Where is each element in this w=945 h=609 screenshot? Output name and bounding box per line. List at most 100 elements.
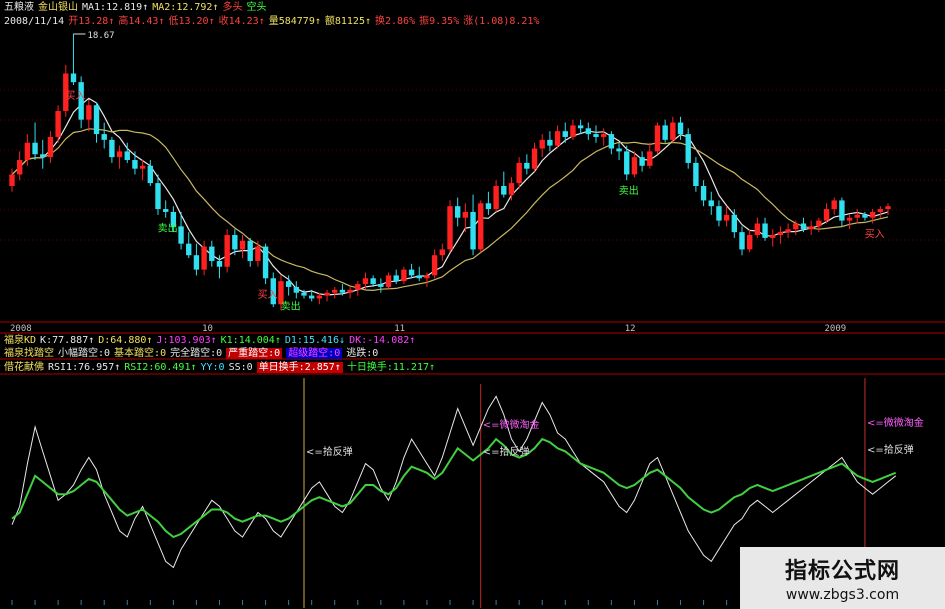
- candle-body-76: [593, 134, 599, 137]
- candle-body-38: [301, 292, 307, 296]
- pattern-item-3: 完全踏空:0: [170, 348, 223, 359]
- candle-body-55: [431, 255, 438, 276]
- rsi-series-RSI1: [11, 395, 897, 569]
- candle-body-13: [109, 139, 115, 158]
- candle-body-39: [308, 295, 315, 299]
- candle-body-14: [116, 151, 123, 158]
- candle-body-64: [501, 185, 507, 195]
- candle-body-42: [332, 289, 338, 293]
- candle-body-63: [493, 185, 499, 210]
- ohlc-item-4: 收14.23↑: [218, 16, 265, 27]
- candle-body-105: [816, 220, 822, 227]
- high-marker-label: 18.67: [87, 31, 114, 41]
- candle-body-83: [647, 151, 653, 166]
- rsi-indicator-bar: 借花献佛 RSI1:76.957↑ RSI2:60.491↑ YY:0 SS:0 单日换手…: [4, 361, 439, 374]
- candle-body-70: [547, 139, 553, 146]
- candle-body-37: [293, 286, 300, 293]
- candle-body-16: [132, 160, 138, 169]
- watermark-title: 指标公式网: [784, 559, 900, 584]
- candle-body-18: [147, 165, 154, 184]
- title-item-4: 多头: [222, 2, 243, 13]
- pattern-item-5: 超级踏空:0: [286, 348, 343, 359]
- candle-body-75: [585, 128, 592, 135]
- candle-body-95: [739, 232, 745, 250]
- rsi-series-RSI2: [11, 437, 897, 539]
- candle-body-61: [478, 203, 484, 250]
- title-item-0: 五粮液: [4, 2, 34, 13]
- candle-body-53: [416, 275, 422, 279]
- candle-body-0: [9, 174, 15, 186]
- candle-body-109: [846, 217, 853, 221]
- rsi-item-0: 借花献佛: [4, 362, 44, 373]
- candle-body-99: [770, 235, 776, 238]
- x-axis-label-2: 11: [394, 324, 405, 334]
- candle-body-60: [470, 211, 476, 250]
- pattern-item-2: 基本踏空:0: [114, 348, 167, 359]
- candle-body-29: [232, 235, 238, 250]
- candle-body-65: [508, 183, 515, 195]
- candle-body-27: [216, 260, 223, 267]
- title-item-3: MA2:12.792↑: [152, 2, 219, 13]
- trade-annotation-2: 买入: [258, 289, 278, 301]
- candle-body-114: [885, 206, 891, 210]
- candle-body-107: [831, 200, 837, 210]
- x-axis-label-1: 10: [202, 324, 213, 334]
- candle-body-8: [70, 73, 77, 83]
- candle-body-12: [101, 134, 107, 140]
- candle-body-45: [355, 284, 361, 290]
- ohlc-item-1: 开13.28↑: [68, 16, 115, 27]
- candle-body-24: [193, 255, 200, 270]
- candle-body-49: [385, 275, 392, 287]
- rsi-annotation-0: <=拾反弹: [306, 445, 353, 458]
- candle-body-113: [877, 209, 884, 212]
- ohlc-item-0: 2008/11/14: [4, 16, 65, 27]
- candle-body-94: [731, 214, 738, 233]
- site-watermark: 指标公式网 www.zbgs3.com: [740, 547, 945, 609]
- candle-body-89: [693, 162, 699, 186]
- rsi-item-5: 单日换手:2.857↑: [256, 362, 343, 373]
- candle-body-47: [370, 278, 376, 285]
- kdj-item-1: K:77.887↑: [40, 335, 95, 346]
- candle-body-96: [746, 235, 753, 250]
- candle-body-81: [631, 157, 638, 175]
- candle-body-87: [677, 122, 684, 135]
- x-axis-label-4: 2009: [825, 324, 847, 334]
- candle-body-56: [439, 249, 446, 256]
- candle-body-5: [47, 136, 54, 158]
- candle-body-36: [285, 281, 292, 287]
- pattern-item-1: 小幅踏空:0: [58, 348, 111, 359]
- candle-body-3: [32, 142, 38, 155]
- candle-body-91: [708, 200, 714, 207]
- rsi-item-1: RSI1:76.957↑: [48, 362, 121, 373]
- candle-body-58: [454, 206, 461, 218]
- candle-body-84: [654, 125, 661, 152]
- candle-body-23: [186, 243, 192, 256]
- ohlc-item-8: 振9.35%: [419, 16, 460, 27]
- candle-body-82: [639, 157, 645, 166]
- title-item-5: 空头: [246, 2, 267, 13]
- candle-body-93: [723, 214, 730, 221]
- candle-body-102: [793, 223, 799, 230]
- candle-body-86: [670, 122, 676, 140]
- candle-body-31: [247, 240, 253, 261]
- candle-body-103: [800, 223, 807, 230]
- candle-body-4: [40, 154, 46, 158]
- candle-body-80: [624, 151, 630, 175]
- ohlc-item-5: 量584779↑: [268, 16, 321, 27]
- candle-body-110: [854, 214, 860, 218]
- candle-body-52: [408, 269, 415, 276]
- candle-body-25: [201, 246, 207, 270]
- trade-annotation-3: 卖出: [281, 300, 301, 313]
- trade-annotation-1: 卖出: [158, 222, 178, 235]
- candle-body-67: [524, 162, 530, 169]
- rsi-item-2: RSI2:60.491↑: [124, 362, 197, 373]
- kdj-item-0: 福泉KD: [4, 335, 37, 346]
- rsi-item-4: SS:0: [228, 362, 253, 373]
- rsi-annotation-3: <=微微淘金: [867, 416, 924, 429]
- candle-body-2: [24, 142, 31, 161]
- pattern-item-4: 严重踏空:0: [226, 348, 283, 359]
- watermark-url: www.zbgs3.com: [785, 587, 900, 603]
- candle-body-10: [86, 105, 92, 120]
- chart-canvas[interactable]: 2008 10 11 12 200918.67买入卖出买入卖出卖出买入<=拾反弹<=微微…: [0, 0, 945, 609]
- candle-body-78: [608, 134, 615, 149]
